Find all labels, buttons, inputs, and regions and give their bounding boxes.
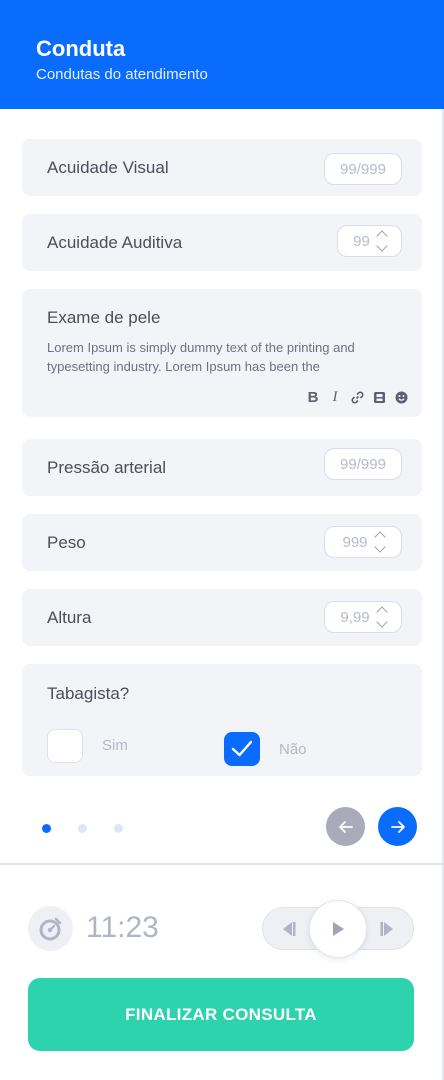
pressao-arterial-input[interactable]: 99/999 [324, 448, 402, 480]
finalizar-consulta-button[interactable]: FINALIZAR CONSULTA [28, 978, 414, 1051]
bold-icon[interactable]: B [306, 389, 320, 406]
play-icon [333, 922, 344, 936]
acuidade-auditiva-card: Acuidade Auditiva 99 [22, 214, 422, 271]
pressao-arterial-placeholder: 99/999 [340, 455, 386, 473]
italic-icon[interactable]: I [328, 389, 342, 405]
next-button[interactable] [378, 807, 417, 846]
text-format-toolbar: B I [306, 389, 408, 406]
nao-label: Não [279, 741, 307, 758]
page-dot-1[interactable] [42, 824, 51, 833]
section-divider [0, 863, 444, 865]
altura-card: Altura 9,99 [22, 589, 422, 646]
film-icon[interactable] [372, 390, 386, 404]
page-dot-3[interactable] [114, 824, 123, 833]
sim-label: Sim [102, 737, 128, 754]
altura-placeholder: 9,99 [340, 608, 370, 626]
acuidade-auditiva-label: Acuidade Auditiva [47, 233, 183, 252]
altura-stepper[interactable]: 9,99 [324, 601, 402, 633]
page-title: Conduta [36, 36, 126, 61]
stepper-arrows-icon[interactable] [375, 606, 388, 628]
arrow-right-icon [390, 820, 405, 833]
exame-pele-textarea[interactable]: Lorem Ipsum is simply dummy text of the … [47, 338, 387, 376]
timer-display: 11:23 [86, 911, 159, 944]
nao-checkbox[interactable] [224, 732, 260, 766]
skip-forward-icon[interactable] [379, 920, 397, 943]
peso-stepper[interactable]: 999 [324, 526, 402, 558]
tabagista-options: Sim Não [47, 729, 407, 769]
acuidade-auditiva-placeholder: 99 [353, 232, 370, 250]
sim-checkbox[interactable] [47, 729, 83, 763]
emoji-icon[interactable] [394, 390, 408, 404]
checkmark-icon [231, 740, 253, 757]
acuidade-visual-card: Acuidade Visual 99/999 [22, 139, 422, 196]
arrow-left-icon [338, 820, 353, 833]
tabagista-card: Tabagista? Sim Não [22, 664, 422, 776]
peso-placeholder: 999 [342, 533, 368, 551]
peso-label: Peso [47, 533, 86, 552]
pressao-arterial-card: Pressão arterial 99/999 [22, 439, 422, 496]
acuidade-visual-label: Acuidade Visual [47, 158, 169, 177]
acuidade-auditiva-stepper[interactable]: 99 [337, 225, 402, 257]
tabagista-label: Tabagista? [47, 684, 130, 703]
stepper-arrows-icon[interactable] [376, 230, 388, 252]
exame-pele-label: Exame de pele [47, 308, 161, 327]
link-icon[interactable] [350, 390, 364, 404]
acuidade-visual-placeholder: 99/999 [340, 160, 386, 178]
stopwatch-icon [28, 906, 73, 951]
header: Conduta Condutas do atendimento [0, 0, 444, 109]
peso-card: Peso 999 [22, 514, 422, 571]
exame-pele-card: Exame de pele Lorem Ipsum is simply dumm… [22, 289, 422, 417]
acuidade-visual-input[interactable]: 99/999 [324, 153, 402, 185]
play-button[interactable] [309, 900, 367, 958]
stepper-arrows-icon[interactable] [373, 531, 386, 553]
pressao-arterial-label: Pressão arterial [47, 458, 167, 477]
page-dot-2[interactable] [78, 824, 87, 833]
skip-back-icon[interactable] [279, 920, 297, 943]
page-subtitle: Condutas do atendimento [36, 66, 208, 83]
previous-button[interactable] [326, 807, 365, 846]
altura-label: Altura [47, 608, 92, 627]
